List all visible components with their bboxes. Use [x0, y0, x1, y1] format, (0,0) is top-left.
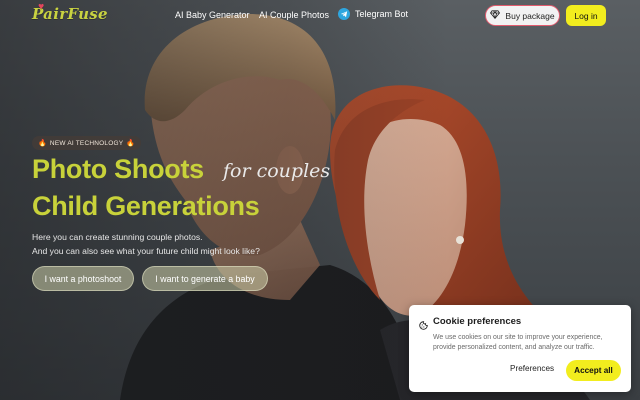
hero-description-line-1: Here you can create stunning couple phot… — [32, 232, 203, 242]
pairfuse-logo[interactable]: ♥ PairFuse — [32, 2, 108, 23]
fire-icon: 🔥 — [38, 140, 47, 147]
cookie-text-line-1: We use cookies on our site to improve yo… — [433, 334, 603, 341]
hero-title-line-1: Photo Shoots — [32, 154, 204, 184]
fire-icon: 🔥 — [126, 140, 136, 147]
login-button[interactable]: Log in — [566, 5, 606, 26]
hero-title-line-2: Child Generations — [32, 191, 260, 221]
telegram-icon — [338, 8, 350, 20]
site-header: ♥ PairFuse AI Baby Generator AI Couple P… — [0, 0, 640, 32]
cookie-preferences-dialog: Cookie preferences We use cookies on our… — [409, 305, 631, 392]
hero-title-script: for couples — [223, 160, 331, 182]
generate-baby-button[interactable]: I want to generate a baby — [142, 266, 268, 291]
badge-label: NEW AI TECHNOLOGY — [49, 139, 124, 147]
cookie-icon — [419, 317, 428, 330]
nav-ai-couple-photos[interactable]: AI Couple Photos — [259, 10, 329, 20]
heart-icon: ♥ — [38, 2, 45, 11]
buy-package-label: Buy package — [505, 10, 555, 21]
nav-telegram-bot[interactable]: Telegram Bot — [338, 8, 408, 20]
photoshoot-button[interactable]: I want a photoshoot — [32, 266, 134, 291]
cookie-preferences-button[interactable]: Preferences — [510, 364, 554, 373]
buy-package-button[interactable]: Buy package — [485, 5, 560, 26]
nav-telegram-label: Telegram Bot — [355, 9, 409, 19]
accept-all-cookies-button[interactable]: Accept all — [566, 360, 621, 381]
diamond-icon — [490, 10, 501, 21]
new-ai-technology-badge: 🔥 NEW AI TECHNOLOGY 🔥 — [32, 136, 142, 150]
cookie-title: Cookie preferences — [433, 316, 522, 327]
nav-ai-baby-generator[interactable]: AI Baby Generator — [175, 10, 250, 20]
hero-description-line-2: And you can also see what your future ch… — [32, 246, 260, 256]
cookie-text-line-2: provide personalized content, and analyz… — [433, 344, 595, 351]
